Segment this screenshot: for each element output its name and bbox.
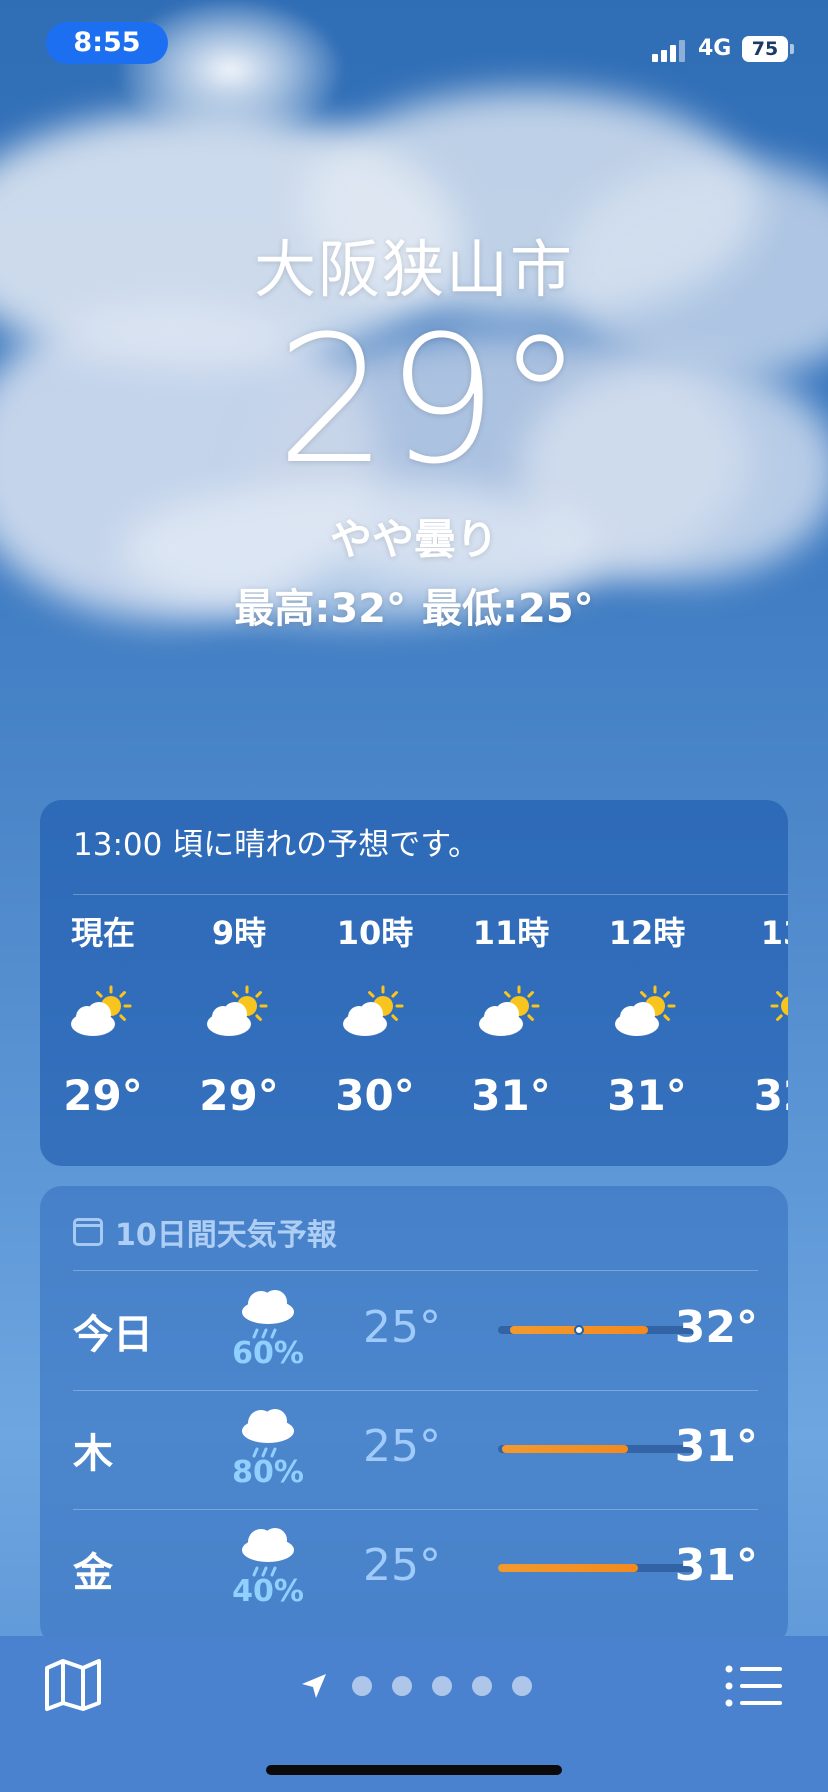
hourly-item: 13 32 — [728, 910, 788, 1122]
network-type: 4G — [698, 36, 732, 61]
day-high-temperature: 32° — [674, 1302, 758, 1353]
current-temperature-dot — [574, 1325, 584, 1335]
day-name: 木 — [73, 1431, 113, 1477]
partly-sunny-icon — [607, 984, 687, 1044]
partly-sunny-icon — [471, 984, 551, 1044]
precipitation-chance: 80% — [232, 1455, 304, 1490]
temperature-range-bar — [498, 1325, 698, 1335]
page-indicator[interactable] — [300, 1666, 542, 1706]
day-low-temperature: 25° — [363, 1540, 441, 1591]
temperature-range-fill — [502, 1445, 628, 1453]
hour-temperature: 31° — [607, 1071, 687, 1120]
weather-condition: やや曇り — [329, 515, 498, 564]
ten-day-forecast-card[interactable]: 10日間天気予報 今日 60% 25° 32° 木 80% 25° 31° 金 40% 25° 31° — [40, 1186, 788, 1646]
hour-label: 10時 — [336, 914, 414, 952]
day-high-temperature: 31° — [674, 1421, 758, 1472]
status-bar: 8:55 4G 75 — [0, 0, 828, 90]
forecast-day-row[interactable]: 金 40% 25° 31° — [73, 1510, 758, 1628]
high-low-temperatures: 最高:32° 最低:25° — [0, 584, 828, 634]
battery-tip — [790, 44, 794, 54]
weather-header: 大阪狭山市 29° やや曇り 最高:32° 最低:25° — [0, 230, 828, 634]
day-low-temperature: 25° — [363, 1421, 441, 1472]
hourly-item: 11時 31° — [456, 910, 566, 1122]
battery-icon: 75 — [742, 36, 788, 62]
hour-label: 13 — [760, 914, 788, 952]
partly-sunny-icon — [199, 984, 279, 1044]
cellular-signal-icon — [652, 38, 686, 62]
calendar-icon — [73, 1218, 103, 1246]
hourly-item: 9時 29° — [184, 910, 294, 1122]
hour-label: 9時 — [211, 914, 267, 952]
hour-temperature: 30° — [335, 1071, 415, 1120]
hourly-item: 現在 29° — [48, 910, 158, 1122]
rain-cloud-icon — [233, 1520, 303, 1580]
low-temperature: 最低:25° — [422, 586, 594, 632]
hour-temperature: 29° — [199, 1071, 279, 1120]
hourly-item: 10時 30° — [320, 910, 430, 1122]
list-icon[interactable] — [724, 1664, 784, 1708]
forecast-title: 10日間天気予報 — [115, 1218, 337, 1253]
partly-sunny-icon — [63, 984, 143, 1044]
page-dot[interactable] — [472, 1676, 492, 1696]
sunny-icon — [743, 984, 788, 1044]
day-name: 金 — [73, 1550, 113, 1596]
day-high-temperature: 31° — [674, 1540, 758, 1591]
rain-cloud-icon — [233, 1401, 303, 1461]
hourly-summary: 13:00 頃に晴れの予想です。 — [73, 827, 480, 863]
forecast-day-row[interactable]: 今日 60% 25° 32° — [73, 1272, 758, 1390]
rain-cloud-icon — [233, 1282, 303, 1342]
location-arrow-icon[interactable] — [300, 1672, 328, 1700]
page-dot[interactable] — [352, 1676, 372, 1696]
hour-temperature: 32 — [753, 1071, 788, 1120]
precipitation-chance: 60% — [232, 1336, 304, 1371]
hour-temperature: 31° — [471, 1071, 551, 1120]
status-time[interactable]: 8:55 — [46, 22, 168, 64]
hour-label: 現在 — [70, 914, 135, 952]
hour-temperature: 29° — [63, 1071, 143, 1120]
hourly-forecast-card[interactable]: 13:00 頃に晴れの予想です。 現在 29° 9時 29° 10時 30° 11時 31° 1… — [40, 800, 788, 1166]
hourly-item: 12時 31° — [592, 910, 702, 1122]
high-temperature: 最高:32° — [234, 586, 406, 632]
temperature-range-bar — [498, 1445, 698, 1453]
page-dot[interactable] — [512, 1676, 532, 1696]
forecast-day-row[interactable]: 木 80% 25° 31° — [73, 1391, 758, 1509]
home-indicator[interactable] — [266, 1765, 562, 1775]
hour-label: 11時 — [472, 914, 550, 952]
hour-label: 12時 — [608, 914, 686, 952]
precipitation-chance: 40% — [232, 1574, 304, 1609]
card-divider — [73, 894, 788, 895]
map-icon[interactable] — [44, 1658, 102, 1712]
page-dot[interactable] — [432, 1676, 452, 1696]
current-temperature: 29° — [276, 298, 584, 503]
temperature-range-bar — [498, 1564, 698, 1572]
card-divider — [73, 1270, 758, 1271]
temperature-range-fill — [498, 1564, 638, 1572]
day-low-temperature: 25° — [363, 1302, 441, 1353]
forecast-header: 10日間天気予報 — [73, 1212, 337, 1253]
day-name: 今日 — [73, 1312, 153, 1358]
partly-sunny-icon — [335, 984, 415, 1044]
page-dot[interactable] — [392, 1676, 412, 1696]
